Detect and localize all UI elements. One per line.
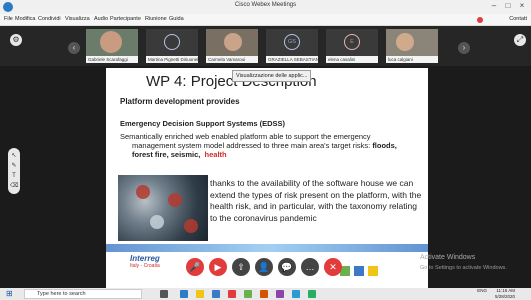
file-explorer-icon[interactable]	[196, 290, 204, 298]
para-line: Semantically enriched web enabled platfo…	[120, 132, 371, 141]
logo-line: Italy - Croatia	[130, 263, 160, 269]
participant-name: Carmela Vamaroui	[206, 56, 258, 63]
language-indicator[interactable]: ENG	[477, 288, 487, 294]
menu-partecipante[interactable]: Partecipante	[110, 16, 141, 22]
app-icon[interactable]	[244, 290, 252, 298]
mail-icon[interactable]	[212, 290, 220, 298]
participant-tile[interactable]: Carmela Vamaroui	[206, 29, 258, 63]
webex-taskbar-icon[interactable]	[292, 290, 300, 298]
taskbar: ⊞ Type here to search ENG 11:16 AM 5/28/…	[0, 288, 531, 300]
slide-body-text: thanks to the availability of the softwa…	[210, 178, 422, 223]
participant-tile[interactable]: GS GRAZIELLA SEBASTIANI	[266, 29, 318, 63]
maximize-icon[interactable]: □	[501, 1, 515, 10]
participant-tile[interactable]: Martina Pignetti Diriuonelli	[146, 29, 198, 63]
mute-icon[interactable]: 🎤	[186, 258, 204, 276]
close-icon[interactable]: ×	[515, 1, 529, 10]
para-line: management system model addressed to thr…	[132, 141, 371, 150]
app-icon[interactable]	[308, 290, 316, 298]
taskbar-search-placeholder: Type here to search	[37, 291, 86, 297]
participant-tile[interactable]: Gabriele Scarafaggi	[86, 29, 138, 63]
taskbar-clock[interactable]: 11:16 AM 5/28/2020	[495, 288, 515, 300]
participant-name: Gabriele Scarafaggi	[86, 56, 138, 63]
edss-paragraph: Semantically enriched web enabled platfo…	[120, 132, 425, 159]
menu-riunione[interactable]: Riunione	[145, 16, 167, 22]
task-view-icon[interactable]	[160, 290, 168, 298]
title-bar: Cisco Webex Meetings – □ ×	[0, 0, 531, 14]
participant-name: Martina Pignetti Diriuonelli	[146, 56, 198, 63]
strip-prev-icon[interactable]: ‹	[68, 42, 80, 54]
participant-tile[interactable]: E elena casalini	[326, 29, 378, 63]
strip-settings-icon[interactable]: ⚙	[10, 34, 22, 46]
tooltip: Visualizzazione delle applic...	[232, 70, 312, 82]
menu-modifica[interactable]: Modifica	[15, 16, 35, 22]
partner-logo	[368, 266, 378, 276]
clock-date: 5/28/2020	[494, 294, 515, 299]
eraser-icon[interactable]: ⌫	[10, 182, 18, 190]
edss-heading: Emergency Decision Support Systems (EDSS…	[120, 119, 286, 128]
footer-wave	[106, 244, 428, 252]
menu-audio[interactable]: Audio	[94, 16, 108, 22]
menu-visualizza[interactable]: Visualizza	[65, 16, 90, 22]
app-icon[interactable]	[276, 290, 284, 298]
app-icon[interactable]	[260, 290, 268, 298]
menu-bar: File Modifica Condividi Visualizza Audio…	[0, 14, 531, 26]
participant-tile[interactable]: luca calgiani	[386, 29, 438, 63]
menu-guida[interactable]: Guida	[169, 16, 184, 22]
menu-condividi[interactable]: Condividi	[38, 16, 61, 22]
participant-name: luca calgiani	[386, 56, 438, 63]
more-icon[interactable]: …	[301, 258, 319, 276]
risk-health: health	[204, 150, 227, 159]
avatar-icon: GS	[284, 34, 300, 50]
windows-start-icon[interactable]: ⊞	[6, 289, 13, 298]
participant-name: elena casalini	[326, 56, 378, 63]
participant-video	[396, 33, 414, 51]
participants-icon[interactable]: 👤	[255, 258, 273, 276]
avatar-icon: E	[344, 34, 360, 50]
taskbar-search-input[interactable]: Type here to search	[24, 289, 142, 299]
para-line: forest fire, seismic,	[132, 150, 201, 159]
partner-logo	[354, 266, 364, 276]
coronavirus-image	[118, 175, 208, 241]
logo-line: Interreg	[130, 254, 160, 263]
slide-subtitle: Platform development provides	[120, 97, 240, 106]
avatar-icon	[164, 34, 180, 50]
pen-icon[interactable]: ✎	[10, 162, 18, 170]
edge-icon[interactable]	[180, 290, 188, 298]
text-icon[interactable]: T	[10, 172, 18, 180]
chat-icon[interactable]: 💬	[278, 258, 296, 276]
participant-name: GRAZIELLA SEBASTIANI	[266, 56, 318, 63]
risk-floods: floods,	[372, 141, 397, 150]
participant-strip: ⚙ ‹ › ⤢ Gabriele Scarafaggi Martina Pign…	[0, 26, 531, 66]
end-call-icon[interactable]: ✕	[324, 258, 342, 276]
strip-next-icon[interactable]: ›	[458, 42, 470, 54]
recording-icon[interactable]	[477, 17, 483, 23]
share-icon[interactable]: ⇧	[232, 258, 250, 276]
activate-windows-title: Activate Windows	[420, 254, 476, 261]
strip-expand-icon[interactable]: ⤢	[514, 34, 526, 46]
interreg-logo: Interreg Italy - Croatia	[130, 254, 184, 284]
menu-file[interactable]: File	[4, 16, 13, 22]
contacts-button[interactable]: Contatt	[509, 16, 527, 22]
shared-slide: WP 4: Project Description Visualizzazion…	[106, 68, 428, 288]
participant-video	[100, 31, 122, 53]
activate-windows-subtitle: Go to Settings to activate Windows.	[420, 265, 507, 271]
video-icon[interactable]: ▶	[209, 258, 227, 276]
window-title: Cisco Webex Meetings	[234, 2, 297, 8]
minimize-icon[interactable]: –	[487, 1, 501, 10]
participant-video	[224, 33, 242, 51]
pointer-icon[interactable]: ↖	[10, 152, 18, 160]
chrome-icon[interactable]	[228, 290, 236, 298]
annotation-toolbar: ↖ ✎ T ⌫	[8, 148, 20, 194]
